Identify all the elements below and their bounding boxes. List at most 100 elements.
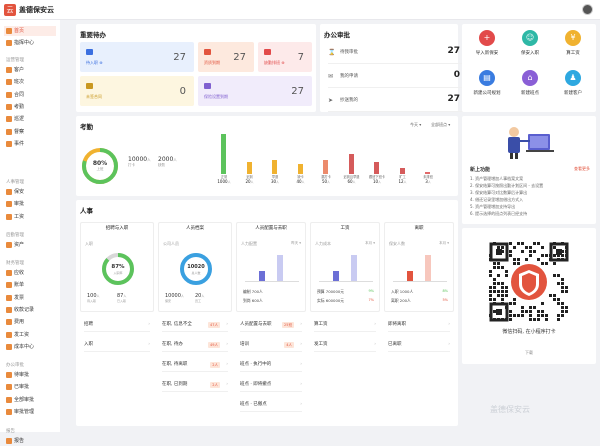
- sidebar-item-3-4[interactable]: 费用: [4, 317, 56, 327]
- sidebar-item-0-5[interactable]: 督察: [4, 127, 56, 137]
- attendance-period-select[interactable]: 今天 ▾: [410, 122, 421, 128]
- sidebar-item-icon: [6, 67, 12, 73]
- notice-more-link[interactable]: 查看更多: [574, 166, 590, 172]
- sidebar-item-icon: [6, 116, 12, 123]
- hr-list-row[interactable]: 培训 4人 ›: [240, 338, 302, 352]
- todo-card-value: 0: [179, 86, 186, 97]
- recruit-percent-label: 入职率: [113, 271, 123, 275]
- todo-card-icon: [204, 49, 211, 55]
- sidebar-item-3-5[interactable]: 发工资: [4, 330, 56, 340]
- approval-row-icon: ➤: [328, 97, 334, 104]
- sidebar-item-0[interactable]: 首页: [4, 26, 56, 36]
- notice-item[interactable]: 2. 保安结算可按照出勤计划区间 - 去设置: [470, 183, 543, 189]
- hr-card-period-select[interactable]: 昨天 ▾: [291, 241, 301, 246]
- hr-row-2: 到岗 600人: [243, 298, 263, 303]
- hr-list-label: 发工资: [314, 342, 328, 347]
- sidebar-item-3-6[interactable]: 成本中心: [4, 342, 56, 352]
- hr-list-row[interactable]: 即将离职 ›: [388, 318, 450, 332]
- hr-list-row[interactable]: 人员配置与去职 25班 ›: [240, 318, 302, 332]
- notice-item[interactable]: 3. 保安结算可对比数算后计算出: [470, 190, 527, 196]
- approval-row-2[interactable]: ➤抄送我的27›: [328, 88, 468, 112]
- hr-card-archive[interactable]: 人员档案 公司人员 10020 总人数 10000人 保安 20人 员工: [158, 222, 232, 312]
- miniapp-download-link[interactable]: 下载: [462, 350, 596, 356]
- quick-action-5[interactable]: ♟ 新建客户: [553, 70, 593, 96]
- hr-list-row[interactable]: 班点 · 执行中的 ›: [240, 358, 302, 372]
- avatar[interactable]: [582, 4, 593, 15]
- hr-card-allocation[interactable]: 人员配置与去职 人力配置 昨天 ▾ 编制 700人 到岗 600人: [236, 222, 306, 312]
- hr-list-row[interactable]: 算工资 ›: [314, 318, 376, 332]
- miniapp-caption: 微信扫码, 在小程序打卡: [502, 329, 556, 335]
- sidebar-item-5-0[interactable]: 报告: [4, 436, 56, 446]
- hr-row-1: 预算 700000元: [317, 289, 345, 294]
- quick-action-4[interactable]: ⌂ 新建班点: [510, 70, 550, 96]
- hr-card-period-select[interactable]: 本月 ▾: [439, 241, 449, 246]
- hr-list-row[interactable]: 发工资 ›: [314, 338, 376, 352]
- sidebar-item-4-1[interactable]: 已审批: [4, 382, 56, 392]
- todo-card-2[interactable]: 缺勤排班 ⊕ 7: [258, 42, 312, 72]
- sidebar-item-0-4[interactable]: 巡逻: [4, 114, 56, 124]
- hr-card-title: 人员配置与去职: [255, 226, 287, 231]
- attendance-bar: [221, 134, 226, 174]
- sidebar-item-4-2[interactable]: 全部审批: [4, 395, 56, 405]
- todo-card-1[interactable]: 资质到期 27: [198, 42, 254, 72]
- notice-item[interactable]: 4. 借还记录里增加借出方式入: [470, 197, 523, 203]
- hr-list-row[interactable]: 班点 · 即将撤点 ›: [240, 378, 302, 392]
- quick-action-label: 算工资: [566, 51, 580, 56]
- sidebar-item-3-2[interactable]: 发票: [4, 293, 56, 303]
- hr-list-row[interactable]: 入职 ›: [84, 338, 150, 352]
- notice-item[interactable]: 5. 资产管理增加支持导出: [470, 204, 515, 210]
- quick-action-1[interactable]: ☺ 保安入职: [510, 30, 550, 56]
- sidebar-item-3-0[interactable]: 应收: [4, 268, 56, 278]
- notice-item[interactable]: 6. 提示选择的班点列表已经支持: [470, 211, 527, 217]
- hr-card-recruit[interactable]: 招聘与入职 入职 87% 入职率 100人 待入职 87人 已入职: [80, 222, 154, 312]
- sidebar-item-0-0[interactable]: 客户: [4, 65, 56, 75]
- todo-card-label: 待入职 ⊕: [86, 60, 103, 65]
- quick-action-3[interactable]: ▤ 新建公司规划: [467, 70, 507, 96]
- sidebar-item-4-3[interactable]: 审批管理: [4, 407, 56, 417]
- notice-illustration-icon: [508, 127, 554, 159]
- hr-card-period-select[interactable]: 本月 ▾: [365, 241, 375, 246]
- sidebar-item-3-1[interactable]: 账单: [4, 280, 56, 290]
- notice-item[interactable]: 1. 资产管理增加人事档案文案: [470, 176, 523, 182]
- qr-code[interactable]: [489, 242, 569, 322]
- sidebar-item-3-3[interactable]: 收款记录: [4, 305, 56, 315]
- sidebar-item-0-2[interactable]: 合同: [4, 90, 56, 100]
- attendance-bar-value: 12: [398, 179, 404, 184]
- sidebar-item-0-6[interactable]: 事件: [4, 139, 56, 149]
- attendance-site-select[interactable]: 全部班点 ▾: [431, 122, 450, 128]
- sidebar-item-1[interactable]: 指挥中心: [4, 38, 56, 48]
- quick-action-2[interactable]: ¥ 算工资: [553, 30, 593, 56]
- todo-card-value: 27: [233, 52, 246, 63]
- hr-list-row[interactable]: 在职, 待办 49人 ›: [162, 338, 228, 352]
- sidebar-item-1-1[interactable]: 审批: [4, 199, 56, 209]
- hr-list-row[interactable]: 在职, 信息不全 47人 ›: [162, 318, 228, 332]
- attendance-panel: 考勤 今天 ▾ 全部班点 ▾ 80% 上班 10000人 打卡 2000人 缺勤 正常…: [76, 116, 458, 196]
- todo-card-0[interactable]: 待入职 ⊕ 27: [80, 42, 194, 72]
- hr-card-resign[interactable]: 离职 保安人数 本月 ▾ 入职 1000人 离职 200人 8% 5%: [384, 222, 454, 312]
- attendance-stat-label: 缺勤: [158, 163, 165, 167]
- approval-row-0[interactable]: ⌛待我审批27›: [328, 40, 468, 64]
- sidebar-item-1-0[interactable]: 保安: [4, 187, 56, 197]
- hr-list-row[interactable]: 班点 · 已撤点 ›: [240, 398, 302, 412]
- approval-row-1[interactable]: ✉我的申请0›: [328, 64, 468, 88]
- hr-list-row[interactable]: 招聘 ›: [84, 318, 150, 332]
- hr-row-1-pct: 8%: [442, 289, 448, 293]
- hr-list-row[interactable]: 已离职 ›: [388, 338, 450, 352]
- sidebar-item-2-0[interactable]: 资产: [4, 240, 56, 250]
- sidebar-item-0-1[interactable]: 班次: [4, 77, 56, 87]
- hr-list-row[interactable]: 在职, 待离职 2人 ›: [162, 358, 228, 372]
- hr-card-salary[interactable]: 工资 人力成本 本月 ▾ 预算 700000元 实际 600000元 9% 7%: [310, 222, 380, 312]
- quick-action-0[interactable]: + 导入新保安: [467, 30, 507, 56]
- todo-card-3[interactable]: 未签合同 0: [80, 76, 194, 106]
- todo-card-4[interactable]: 保险设置到期 27: [198, 76, 312, 106]
- sidebar-item-0-3[interactable]: 考勤: [4, 102, 56, 112]
- sidebar-item-1-2[interactable]: 工资: [4, 212, 56, 222]
- sidebar-item-label: 发票: [14, 294, 25, 301]
- archive-stat-label: 员工: [195, 299, 202, 303]
- sidebar-item-4-0[interactable]: 待审批: [4, 370, 56, 380]
- hr-list-badge: 25班: [282, 322, 294, 328]
- attendance-stat-unit: 人: [147, 158, 151, 162]
- quick-action-icon: ♟: [565, 70, 581, 86]
- sidebar-item-icon: [6, 384, 12, 391]
- hr-list-row[interactable]: 在职, 已到期 2人 ›: [162, 378, 228, 392]
